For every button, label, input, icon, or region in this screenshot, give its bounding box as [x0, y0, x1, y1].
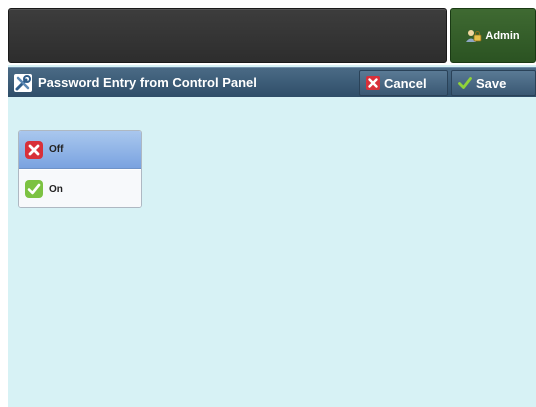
option-on[interactable]: On	[19, 170, 141, 207]
option-off[interactable]: Off	[19, 131, 141, 169]
red-x-icon	[25, 140, 43, 159]
admin-user-icon	[466, 30, 482, 42]
message-area	[8, 8, 447, 63]
green-check-icon	[25, 180, 43, 198]
admin-button[interactable]: Admin	[450, 8, 536, 63]
save-button[interactable]: Save	[451, 70, 536, 96]
option-off-label: Off	[49, 144, 64, 155]
option-list: Off On	[18, 130, 142, 208]
save-label: Save	[476, 75, 507, 91]
page-title: Password Entry from Control Panel	[38, 75, 257, 90]
admin-label: Admin	[485, 29, 520, 42]
top-bar: Admin	[8, 8, 536, 65]
tools-icon	[14, 74, 32, 92]
cancel-x-icon	[366, 76, 380, 90]
cancel-button[interactable]: Cancel	[359, 70, 448, 96]
option-on-label: On	[49, 183, 63, 195]
screen: Admin Password Entry from Control Panel …	[8, 8, 536, 407]
cancel-label: Cancel	[384, 75, 427, 91]
title-bar: Password Entry from Control Panel Cancel…	[8, 67, 536, 97]
save-check-icon	[458, 77, 472, 89]
